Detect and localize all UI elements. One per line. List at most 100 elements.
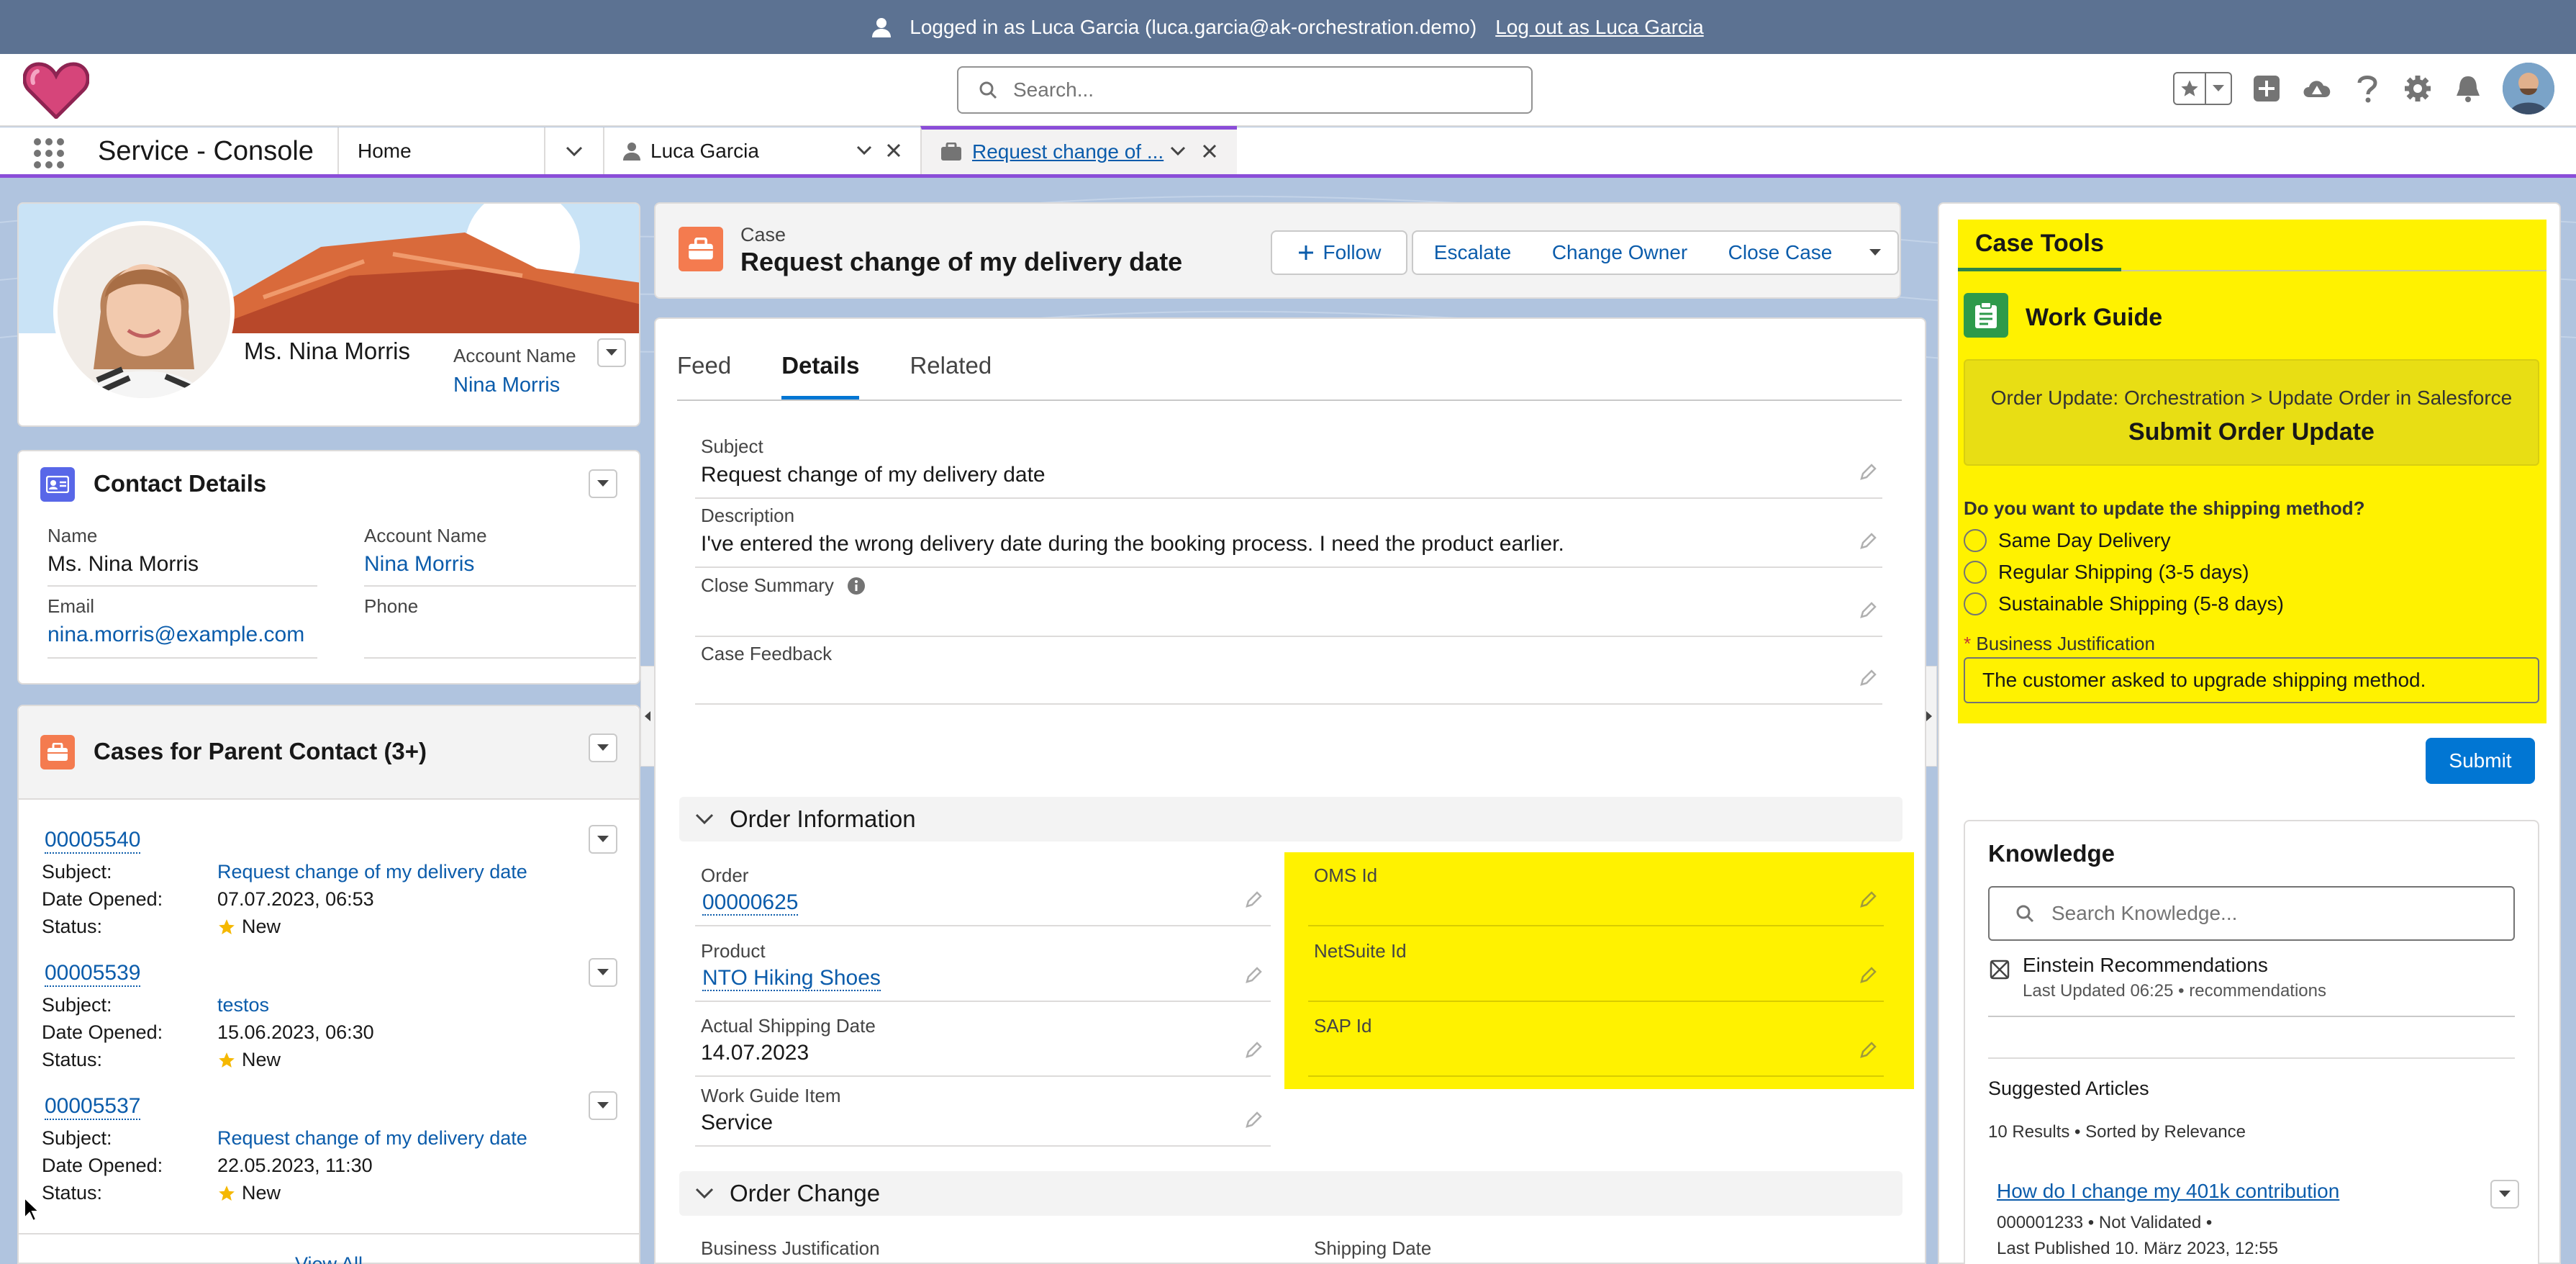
account-name-link[interactable]: Nina Morris bbox=[364, 552, 636, 587]
gear-icon[interactable] bbox=[2402, 73, 2434, 104]
favorites-button[interactable] bbox=[2173, 72, 2232, 105]
product-field: NTO Hiking Shoes bbox=[695, 966, 1271, 1002]
order-link[interactable]: 00000625 bbox=[702, 890, 799, 916]
case-row-menu-button[interactable] bbox=[589, 958, 617, 987]
left-panel-toggle[interactable] bbox=[640, 666, 655, 767]
case-subject-link[interactable]: Request change of my delivery date bbox=[217, 1127, 527, 1150]
radio-label: Regular Shipping (3-5 days) bbox=[1998, 561, 2249, 583]
edit-pencil-icon[interactable] bbox=[1244, 1111, 1263, 1129]
tab-luca-garcia[interactable]: Luca Garcia bbox=[603, 127, 920, 174]
required-mark: * bbox=[1964, 633, 1972, 654]
console-nav-bar: Service - Console Home Luca Garcia Reque… bbox=[0, 126, 2576, 178]
edit-pencil-icon[interactable] bbox=[1244, 1041, 1263, 1060]
tab-details[interactable]: Details bbox=[781, 352, 860, 399]
divider bbox=[1988, 1057, 2515, 1059]
subject-label: Subject: bbox=[42, 994, 112, 1016]
tab-case-tools[interactable]: Case Tools bbox=[1958, 220, 2121, 271]
record-tabs: Feed Details Related bbox=[677, 352, 1902, 401]
case-number-link[interactable]: 00005539 bbox=[45, 961, 141, 987]
close-icon[interactable] bbox=[886, 143, 901, 158]
description-value: I've entered the wrong delivery date dur… bbox=[695, 532, 1882, 568]
radio-button[interactable] bbox=[1964, 592, 1987, 615]
follow-button[interactable]: Follow bbox=[1271, 230, 1407, 275]
order-information-section-header[interactable]: Order Information bbox=[679, 797, 1902, 841]
view-all-link[interactable]: View All bbox=[295, 1253, 363, 1264]
star-icon bbox=[217, 1184, 236, 1203]
edit-pencil-icon[interactable] bbox=[1859, 966, 1877, 985]
case-row-menu-button[interactable] bbox=[589, 1091, 617, 1120]
case-row-menu-button[interactable] bbox=[589, 825, 617, 854]
radio-option[interactable]: Sustainable Shipping (5-8 days) bbox=[1964, 592, 2284, 615]
actual-shipping-date-value: 14.07.2023 bbox=[695, 1041, 1271, 1077]
global-search-input[interactable]: Search... bbox=[957, 66, 1533, 114]
chevron-down-icon[interactable] bbox=[1170, 146, 1186, 156]
name-label: Name bbox=[47, 525, 98, 546]
date-opened-value: 07.07.2023, 06:53 bbox=[217, 888, 374, 910]
case-number-link[interactable]: 00005537 bbox=[45, 1094, 141, 1120]
edit-pencil-icon[interactable] bbox=[1859, 463, 1877, 482]
bell-icon[interactable] bbox=[2452, 73, 2484, 104]
section-title: Order Change bbox=[730, 1180, 881, 1206]
close-icon[interactable] bbox=[1202, 144, 1217, 158]
add-icon[interactable] bbox=[2251, 73, 2282, 104]
help-icon[interactable] bbox=[2351, 73, 2383, 104]
submit-button[interactable]: Submit bbox=[2426, 738, 2535, 784]
profile-menu-button[interactable] bbox=[597, 338, 626, 367]
case-subject-link[interactable]: testos bbox=[217, 994, 269, 1016]
case-number-link[interactable]: 00005540 bbox=[45, 828, 141, 854]
nav-menu-button[interactable] bbox=[544, 127, 603, 174]
app-name: Service - Console bbox=[98, 136, 314, 166]
case-subject-link[interactable]: Request change of my delivery date bbox=[217, 861, 527, 883]
justification-input[interactable]: The customer asked to upgrade shipping m… bbox=[1964, 657, 2539, 703]
shipping-method-question: Do you want to update the shipping metho… bbox=[1964, 497, 2365, 519]
info-icon[interactable] bbox=[847, 577, 866, 595]
einstein-meta: Last Updated 06:25 • recommendations bbox=[2023, 981, 2326, 1001]
related-cases-menu-button[interactable] bbox=[589, 733, 617, 762]
escalate-button[interactable]: Escalate bbox=[1412, 230, 1533, 275]
chevron-down-icon[interactable] bbox=[856, 145, 872, 155]
tab-related[interactable]: Related bbox=[910, 352, 992, 399]
logout-link[interactable]: Log out as Luca Garcia bbox=[1495, 16, 1704, 39]
product-link[interactable]: NTO Hiking Shoes bbox=[702, 966, 881, 991]
app-launcher-icon[interactable] bbox=[33, 137, 65, 169]
edit-pencil-icon[interactable] bbox=[1859, 669, 1877, 687]
radio-option[interactable]: Regular Shipping (3-5 days) bbox=[1964, 561, 2284, 584]
divider bbox=[1988, 1016, 2515, 1017]
user-avatar[interactable] bbox=[2503, 63, 2554, 114]
order-change-section-header[interactable]: Order Change bbox=[679, 1171, 1902, 1216]
contact-details-menu-button[interactable] bbox=[589, 469, 617, 498]
edit-pencil-icon[interactable] bbox=[1859, 890, 1877, 909]
date-opened-label: Date Opened: bbox=[42, 1155, 163, 1176]
radio-option[interactable]: Same Day Delivery bbox=[1964, 529, 2284, 552]
knowledge-search-input[interactable]: Search Knowledge... bbox=[1988, 886, 2515, 941]
profile-account-link[interactable]: Nina Morris bbox=[453, 374, 560, 397]
logged-in-text: Logged in as Luca Garcia (luca.garcia@ak… bbox=[910, 15, 1477, 38]
change-owner-button[interactable]: Change Owner bbox=[1532, 230, 1709, 275]
radio-button[interactable] bbox=[1964, 529, 1987, 552]
suggested-articles-title: Suggested Articles bbox=[1988, 1078, 2149, 1099]
edit-pencil-icon[interactable] bbox=[1859, 601, 1877, 620]
trailhead-icon[interactable] bbox=[2301, 73, 2333, 104]
radio-button[interactable] bbox=[1964, 561, 1987, 584]
close-case-button[interactable]: Close Case bbox=[1707, 230, 1854, 275]
related-cases-title: Cases for Parent Contact (3+) bbox=[94, 738, 427, 764]
case-feedback-label: Case Feedback bbox=[701, 643, 833, 664]
tab-home[interactable]: Home bbox=[337, 127, 544, 174]
work-guide-title: Work Guide bbox=[2026, 304, 2163, 331]
article-link[interactable]: How do I change my 401k contribution bbox=[1997, 1180, 2339, 1203]
email-link[interactable]: nina.morris@example.com bbox=[47, 623, 317, 659]
tab-request-change[interactable]: Request change of ... bbox=[920, 126, 1237, 174]
edit-pencil-icon[interactable] bbox=[1859, 1041, 1877, 1060]
tab-feed[interactable]: Feed bbox=[677, 352, 731, 399]
article-menu-button[interactable] bbox=[2490, 1180, 2519, 1209]
more-actions-button[interactable] bbox=[1853, 230, 1899, 275]
einstein-title[interactable]: Einstein Recommendations bbox=[2023, 954, 2268, 977]
tab-label: Luca Garcia bbox=[650, 139, 759, 162]
tab-label: Home bbox=[358, 139, 412, 162]
heart-logo-icon[interactable] bbox=[23, 61, 89, 119]
edit-pencil-icon[interactable] bbox=[1244, 890, 1263, 909]
description-label: Description bbox=[701, 505, 795, 526]
edit-pencil-icon[interactable] bbox=[1859, 532, 1877, 551]
edit-pencil-icon[interactable] bbox=[1244, 966, 1263, 985]
subject-label: Subject: bbox=[42, 1127, 112, 1149]
